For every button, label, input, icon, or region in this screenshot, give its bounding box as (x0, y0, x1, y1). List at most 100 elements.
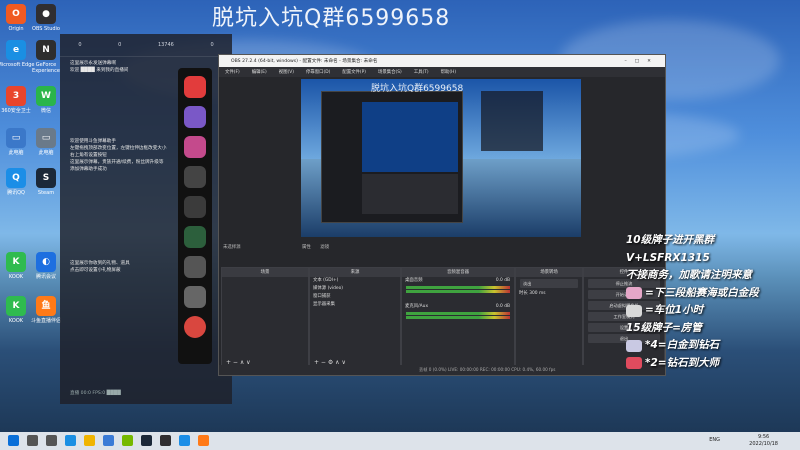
status-text: 丢帧 0 (0.0%) LIVE: 00:00:00 REC: 00:00:00… (419, 367, 556, 372)
audio-mixer-dock: 音频混音器 桌面音频 0.0 dB 麦克风/Aux 0.0 dB (401, 267, 515, 369)
filters-button[interactable]: 滤镜 (320, 245, 329, 250)
scenes-dock-title: 场景 (222, 268, 308, 277)
obs-icon[interactable] (160, 435, 171, 446)
source-item[interactable]: 显示器采集 (310, 301, 400, 309)
danmu-messages-mid: 欢迎使用斗鱼弹幕助手 左键拖拽顶部改变位置，左键拉伸边框改变大小 右上角有设置按… (70, 138, 166, 173)
desktop-icon[interactable]: ● OBS Studio (24, 4, 68, 32)
mixer-dock-title: 音频混音器 (402, 268, 514, 277)
maximize-icon[interactable]: □ (635, 59, 647, 64)
stat-a: 0 (78, 42, 82, 48)
source-item[interactable]: 文本 (GDI+) (310, 277, 400, 285)
rule-tier-line: 15级牌子=房管 (626, 321, 702, 334)
menu-edit[interactable]: 编辑(E) (252, 69, 267, 75)
qq-icon[interactable] (179, 435, 190, 446)
meeting-icon: ◐ (36, 252, 56, 272)
stat-b: 0 (118, 42, 122, 48)
danmu-message: 这里展示弹幕，贵族开通/续费，粉丝牌升级等 (70, 160, 164, 165)
edge-icon: e (6, 40, 26, 60)
rule-line: V+LSFRX1315 (626, 251, 710, 264)
source-toolbar: 未选择源 属性 滤镜 (219, 243, 669, 253)
obs-preview[interactable]: 脱坑入坑Q群6599658 (301, 79, 581, 237)
danmu-messages-top: 这里展示永发送弹幕啊 欢迎 ████ 来到我的直播间 (70, 60, 128, 74)
nvidia-icon[interactable] (122, 435, 133, 446)
edge-icon[interactable] (65, 435, 76, 446)
transitions-dock: 场景转场 淡出 时长 300 ms (515, 267, 583, 369)
danmu-panel-header: 0 0 13746 0 (60, 34, 232, 57)
rule-tier-line: *2=钻石到大师 (626, 355, 794, 373)
source-item[interactable]: 媒体源 (video) (310, 285, 400, 293)
volume-meter (406, 316, 510, 319)
app-icon[interactable] (184, 76, 206, 98)
language-indicator[interactable]: ENG (709, 437, 720, 443)
kook-icon: K (6, 252, 26, 272)
menu-view[interactable]: 视图(V) (279, 69, 294, 75)
menu-profile[interactable]: 配置文件(P) (342, 69, 366, 75)
danmu-message: 点击即可设置小礼物屏蔽 (70, 268, 121, 273)
stat-d: 0 (210, 42, 214, 48)
transitions-dock-title: 场景转场 (516, 268, 582, 277)
source-item[interactable]: 窗口捕获 (310, 293, 400, 301)
app-icon[interactable] (184, 286, 206, 308)
app-icon[interactable] (184, 136, 206, 158)
explorer-icon[interactable] (84, 435, 95, 446)
security-icon: 3 (6, 86, 26, 106)
properties-button[interactable]: 属性 (302, 245, 311, 250)
menu-help[interactable]: 帮助(H) (441, 69, 457, 75)
menu-docks[interactable]: 停靠窗口(D) (306, 69, 330, 75)
taskbar-clock[interactable]: 9:56 2022/10/18 (749, 434, 778, 448)
douyu-icon[interactable] (198, 435, 209, 446)
stream-rules-overlay: 10级牌子进开黑群 V+LSFRX1315 不接商务，加歌请注明来意 =下三段船… (626, 232, 794, 372)
start-icon[interactable] (8, 435, 19, 446)
danmu-message: 左键拖拽顶部改变位置，左键拉伸边框改变大小 (70, 146, 167, 151)
qq-group-banner: 脱坑入坑Q群6599658 (212, 6, 451, 31)
rule-line: 不接商务，加歌请注明来意 (626, 269, 752, 281)
menu-tools[interactable]: 工具(T) (414, 69, 429, 75)
nvidia-icon: N (36, 40, 56, 60)
danmu-footer: 直播 00:0 FPS:0 ████ (70, 391, 121, 396)
rule-tier-line: *4=白金到钻石 (626, 337, 794, 355)
rule-line: 10级牌子进开黑群 (626, 234, 715, 246)
menu-scene-collection[interactable]: 场景集合(S) (378, 69, 402, 75)
danmu-message: 右上角有设置按钮 (70, 153, 107, 158)
volume-meter (406, 290, 510, 293)
sources-dock: 来源 文本 (GDI+) 媒体源 (video) 窗口捕获 显示器采集 + − … (309, 267, 401, 369)
mixer-channel-name: 桌面音频 0.0 dB (405, 278, 510, 283)
close-icon[interactable]: ✕ (647, 59, 659, 64)
rule-tier-line: =下三段船赛海或白金段 (626, 285, 794, 303)
clock-time: 9:56 (757, 434, 770, 440)
transition-duration: 时长 300 ms (519, 291, 546, 296)
fan-badge-icon (626, 304, 642, 317)
store-icon[interactable] (103, 435, 114, 446)
computer-icon: ▭ (36, 128, 56, 148)
taskview-icon[interactable] (46, 435, 57, 446)
menu-file[interactable]: 文件(F) (225, 69, 240, 75)
danmu-message: 添加弹幕助手成功 (70, 167, 107, 172)
obs-titlebar: OBS 27.2.4 (64-bit, windows) - 配置文件: 未命名… (219, 55, 665, 67)
duration-field[interactable]: 300 ms (529, 291, 545, 296)
nested-preview (321, 91, 463, 223)
mixer-channel-name: 麦克风/Aux 0.0 dB (405, 304, 510, 309)
obs-menubar: 文件(F) 编辑(E) 视图(V) 停靠窗口(D) 配置文件(P) 场景集合(S… (219, 67, 665, 77)
transition-select[interactable]: 淡出 (520, 279, 578, 288)
minimize-icon[interactable]: – (625, 59, 635, 64)
volume-meter (406, 286, 510, 289)
app-sidebar (178, 68, 212, 364)
app-icon[interactable] (184, 106, 206, 128)
preview-banner: 脱坑入坑Q群6599658 (371, 84, 464, 94)
app-icon[interactable] (184, 196, 206, 218)
danmu-message: 这里展示永发送弹幕啊 (70, 61, 116, 66)
scenes-dock: 场景 + − ∧ ∨ (221, 267, 309, 369)
volume-meter (406, 312, 510, 315)
app-icon[interactable] (184, 226, 206, 248)
danmu-message: 欢迎使用斗鱼弹幕助手 (70, 139, 116, 144)
sources-dock-title: 来源 (310, 268, 400, 277)
obs-title: OBS 27.2.4 (64-bit, windows) - 配置文件: 未命名… (231, 59, 378, 64)
obs-statusbar: 丢帧 0 (0.0%) LIVE: 00:00:00 REC: 00:00:00… (219, 365, 665, 375)
app-icon[interactable] (184, 256, 206, 278)
wechat-icon: W (36, 86, 56, 106)
search-icon[interactable] (27, 435, 38, 446)
app-icon[interactable] (184, 316, 206, 338)
danmu-message: 这里展示你收到的礼物、道具 (70, 261, 130, 266)
steam-icon[interactable] (141, 435, 152, 446)
app-icon[interactable] (184, 166, 206, 188)
